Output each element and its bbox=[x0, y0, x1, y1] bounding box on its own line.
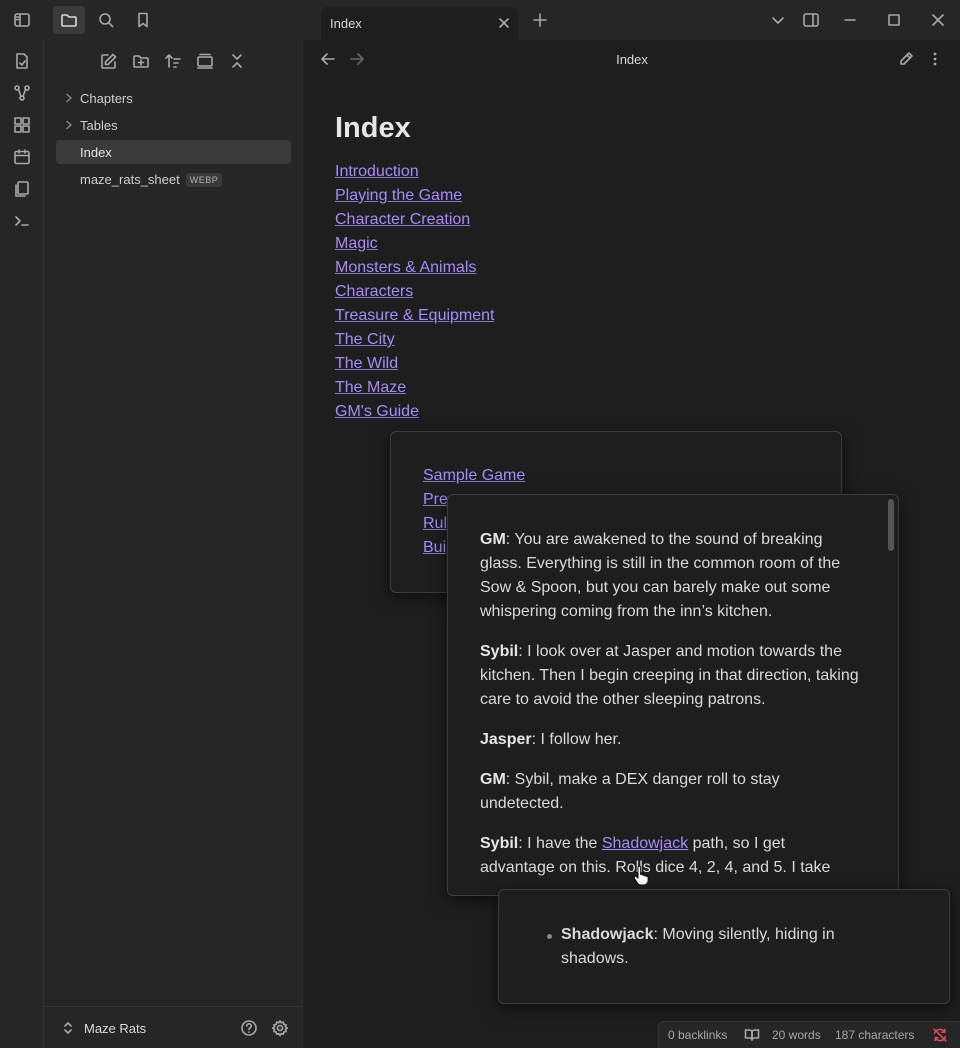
speaker-name: GM bbox=[480, 531, 506, 548]
sync-error-icon[interactable] bbox=[932, 1027, 948, 1043]
dialogue-text: : I look over at Jasper and motion towar… bbox=[480, 643, 859, 708]
sidebar-item-label: maze_rats_sheet WEBP bbox=[80, 172, 223, 187]
dialogue-paragraph: GM: Sybil, make a DEX danger roll to sta… bbox=[480, 768, 860, 816]
settings-gear-icon[interactable] bbox=[271, 1019, 289, 1037]
dialogue-paragraph: Sybil: I have the Shadowjack path, so I … bbox=[480, 832, 860, 880]
speaker-name: Jasper bbox=[480, 731, 532, 748]
sidebar-item-label: Chapters bbox=[80, 91, 133, 106]
link-sample-game[interactable]: Sample Game bbox=[423, 464, 525, 488]
search-icon[interactable] bbox=[90, 6, 122, 34]
sidebar-item-tables[interactable]: Tables bbox=[56, 113, 291, 137]
speaker-name: Sybil bbox=[480, 835, 519, 852]
link-introduction[interactable]: Introduction bbox=[335, 160, 494, 184]
window-close-icon[interactable] bbox=[918, 6, 958, 34]
speaker-name: GM bbox=[480, 771, 506, 788]
chevron-down-icon[interactable] bbox=[762, 6, 794, 34]
link-preview-item-3[interactable]: Rul bbox=[423, 512, 447, 536]
collapse-all-icon[interactable] bbox=[223, 48, 251, 74]
view-header: Index bbox=[304, 40, 960, 78]
tab-title: Index bbox=[330, 16, 362, 31]
file-name: maze_rats_sheet bbox=[80, 172, 180, 187]
chevron-right-icon bbox=[64, 93, 74, 103]
preview-content: GM: You are awakened to the sound of bre… bbox=[480, 528, 860, 895]
link-character-creation[interactable]: Character Creation bbox=[335, 208, 494, 232]
bullet-icon bbox=[547, 934, 552, 939]
link-the-wild[interactable]: The Wild bbox=[335, 352, 494, 376]
view-title[interactable]: Index bbox=[304, 52, 960, 67]
new-folder-icon[interactable] bbox=[127, 48, 155, 74]
canvas-icon[interactable] bbox=[6, 111, 38, 139]
link-the-city[interactable]: The City bbox=[335, 328, 494, 352]
sidebar-item-label: Tables bbox=[80, 118, 118, 133]
file-type-badge: WEBP bbox=[185, 173, 223, 187]
link-shadowjack[interactable]: Shadowjack bbox=[602, 835, 688, 852]
sidebar-item-index[interactable]: Index bbox=[56, 140, 291, 164]
more-options-icon[interactable] bbox=[928, 51, 942, 67]
file-explorer: Chapters Tables Index maze_rats_sheet WEB… bbox=[44, 40, 303, 1048]
dialogue-text: : Sybil, make a DEX danger roll to stay … bbox=[480, 771, 780, 812]
link-magic[interactable]: Magic bbox=[335, 232, 494, 256]
backlinks-count[interactable]: 0 backlinks bbox=[668, 1028, 727, 1042]
edit-pencil-icon[interactable] bbox=[898, 51, 914, 67]
dialogue-text: : I follow her. bbox=[531, 731, 622, 748]
dialogue-paragraph: Sybil: I look over at Jasper and motion … bbox=[480, 640, 860, 712]
templates-icon[interactable] bbox=[6, 175, 38, 203]
auto-reveal-icon[interactable] bbox=[191, 48, 219, 74]
files-icon[interactable] bbox=[53, 6, 85, 34]
link-preview-item-4[interactable]: Bui bbox=[423, 536, 446, 560]
scrollbar-thumb[interactable] bbox=[888, 499, 894, 551]
link-preview-item-2[interactable]: Pre bbox=[423, 488, 448, 512]
term-name: Shadowjack bbox=[561, 926, 654, 943]
minimize-icon[interactable] bbox=[830, 6, 870, 34]
title-bar: Index bbox=[0, 0, 960, 40]
dialogue-paragraph: GM: You are awakened to the sound of bre… bbox=[480, 528, 860, 624]
graph-view-icon[interactable] bbox=[6, 79, 38, 107]
link-playing-the-game[interactable]: Playing the Game bbox=[335, 184, 494, 208]
vault-name[interactable]: Maze Rats bbox=[84, 1021, 146, 1036]
chevron-up-down-icon[interactable] bbox=[61, 1020, 75, 1036]
link-monsters-animals[interactable]: Monsters & Animals bbox=[335, 256, 494, 280]
status-bar: 0 backlinks 20 words 187 characters bbox=[658, 1021, 960, 1048]
close-icon[interactable] bbox=[496, 15, 512, 31]
dialogue-paragraph: Jasper: I follow her. bbox=[480, 728, 860, 752]
help-icon[interactable] bbox=[240, 1019, 258, 1037]
sort-icon[interactable] bbox=[159, 48, 187, 74]
open-quick-switcher-icon[interactable] bbox=[6, 47, 38, 75]
dialogue-text: : You are awakened to the sound of break… bbox=[480, 531, 841, 620]
sidebar-item-label: Index bbox=[80, 145, 112, 160]
character-count: 187 characters bbox=[835, 1028, 915, 1042]
new-note-icon[interactable] bbox=[95, 48, 123, 74]
terminal-icon[interactable] bbox=[6, 207, 38, 235]
dialogue-text: : I have the bbox=[518, 835, 602, 852]
note-heading: Index bbox=[335, 112, 411, 144]
maximize-icon[interactable] bbox=[874, 6, 914, 34]
tab-index[interactable]: Index bbox=[321, 7, 518, 40]
link-treasure-equipment[interactable]: Treasure & Equipment bbox=[335, 304, 494, 328]
hover-preview-shadowjack: Shadowjack: Moving silently, hiding in s… bbox=[498, 889, 950, 1004]
sidebar-toggle-icon[interactable] bbox=[6, 6, 38, 34]
sidebar-item-chapters[interactable]: Chapters bbox=[56, 86, 291, 110]
chevron-right-icon bbox=[64, 120, 74, 130]
sidebar-item-maze-rats-sheet[interactable]: maze_rats_sheet WEBP bbox=[56, 167, 291, 191]
vault-switcher: Maze Rats bbox=[44, 1006, 302, 1048]
reading-view-book-icon[interactable] bbox=[744, 1028, 760, 1042]
hand-cursor-icon bbox=[633, 866, 649, 886]
hover-preview-sample-game: GM: You are awakened to the sound of bre… bbox=[447, 494, 899, 896]
word-count: 20 words bbox=[772, 1028, 821, 1042]
index-link-list: Introduction Playing the Game Character … bbox=[335, 160, 494, 424]
right-sidebar-toggle-icon[interactable] bbox=[795, 6, 827, 34]
ribbon bbox=[0, 40, 44, 1048]
preview-content: Shadowjack: Moving silently, hiding in s… bbox=[561, 923, 891, 971]
speaker-name: Sybil bbox=[480, 643, 519, 660]
link-gms-guide[interactable]: GM's Guide bbox=[335, 400, 494, 424]
new-tab-icon[interactable] bbox=[524, 6, 556, 34]
calendar-icon[interactable] bbox=[6, 143, 38, 171]
bookmark-icon[interactable] bbox=[127, 6, 159, 34]
link-the-maze[interactable]: The Maze bbox=[335, 376, 494, 400]
link-characters[interactable]: Characters bbox=[335, 280, 494, 304]
